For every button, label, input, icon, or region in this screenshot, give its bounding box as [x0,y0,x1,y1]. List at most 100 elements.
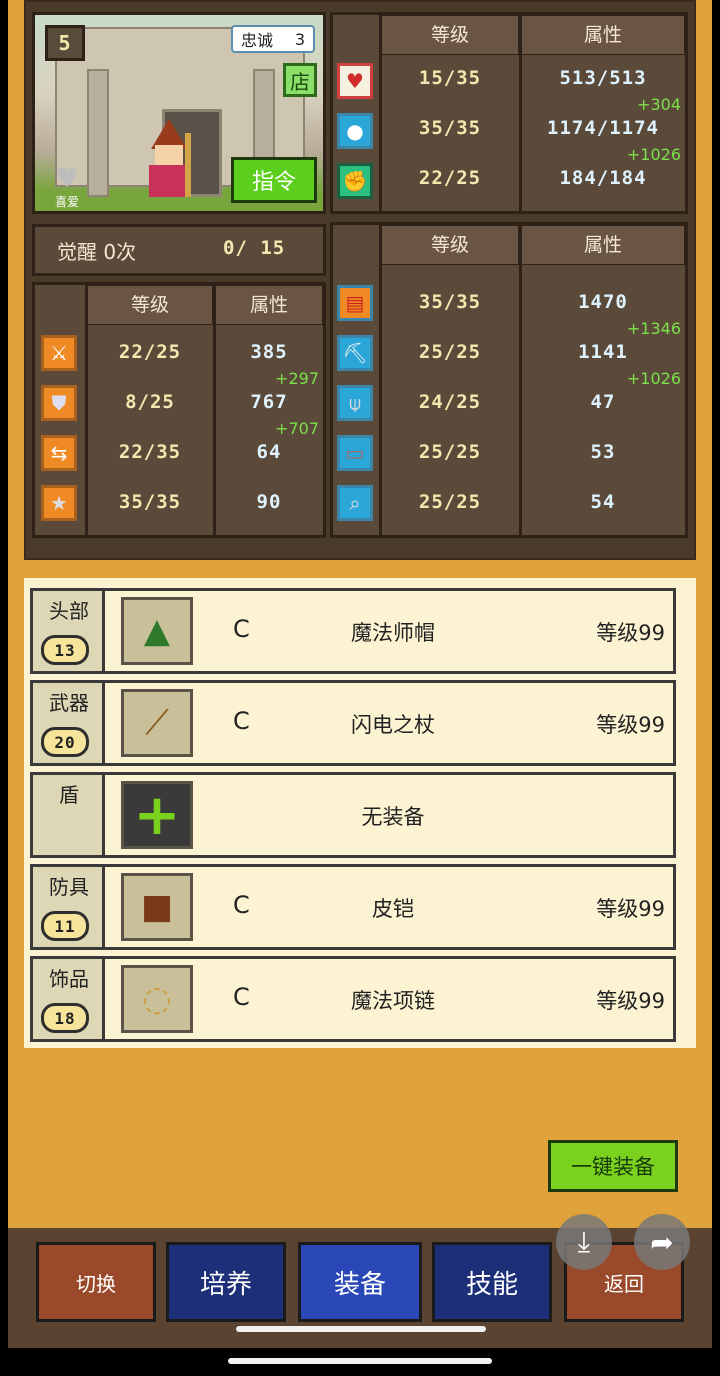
mine-bonus: +1026 [626,369,681,388]
str-level: 22/25 [418,167,482,189]
top-stats-panel: 等级 属性 ♥ 15/35 513/513 +304 ● 35/35 1174/… [330,12,688,214]
character-sprite [139,119,199,199]
book-icon: ▤ [337,285,373,321]
mana-potion-icon: ● [337,113,373,149]
right-level-header: 等级 [381,225,519,265]
agility-icon: ⇆ [41,435,77,471]
system-home-indicator [228,1358,492,1364]
loyalty-label: 忠诚 [241,31,274,50]
slot-label: 防具 [49,875,89,899]
item-name: 魔法师帽 [351,621,435,645]
auto-equip-button[interactable]: 一键装备 [548,1140,678,1192]
mine-level: 25/25 [418,341,482,363]
mp-attr: 1174/1174 [547,117,659,139]
awaken-label: 觉醒 0次 [57,239,137,264]
item-name: 魔法项链 [351,989,435,1013]
right-attr-header: 属性 [521,225,685,265]
right-stats-panel: 等级 属性 ▤ 35/35 1470 +1346 ⛏ 25/25 1141 +1… [330,222,688,538]
str-attr: 184/184 [559,167,647,189]
slot-weapon: 武器 20 [33,683,105,763]
switch-button[interactable]: 切换 [36,1242,156,1322]
strength-arm-icon: ✊ [337,163,373,199]
wizard-hat-icon: ▲ [121,597,193,665]
shield-icon: ⛊ [41,385,77,421]
slot-label: 头部 [49,599,89,623]
favorite-label: 喜爱 [54,195,79,209]
item-grade: C [233,707,250,735]
loyalty-value: 3 [294,29,305,49]
craft-level: 25/25 [418,441,482,463]
heart-outline-icon: ♥ [55,164,79,194]
awaken-bar: 觉醒 0次 0/ 15 [32,224,326,276]
leather-armor-icon: ■ [121,873,193,941]
left-level-header: 等级 [87,285,213,325]
int-attr: 1470 [578,291,628,313]
left-attr-header: 属性 [215,285,323,325]
hp-attr: 513/513 [559,67,647,89]
awaken-progress: 0/ 15 [223,237,286,259]
equip-row-head[interactable]: 头部 13 ▲ C 魔法师帽 等级99 [30,588,676,674]
mp-bonus: +1026 [626,145,681,164]
top-level-header: 等级 [381,15,519,55]
shop-button[interactable]: 店 [283,63,317,97]
slot-label: 盾 [59,783,79,807]
hp-bonus: +304 [637,95,681,114]
dig-attr: 47 [590,391,616,413]
favorite-button[interactable]: ♥ 喜爱 [45,165,89,209]
mp-level: 35/35 [418,117,482,139]
tab-equip[interactable]: 装备 [298,1242,422,1322]
int-level: 35/35 [418,291,482,313]
equip-row-weapon[interactable]: 武器 20 ⟋ C 闪电之杖 等级99 [30,680,676,766]
explore-attr: 54 [590,491,616,513]
item-grade: C [233,983,250,1011]
item-grade: C [233,615,250,643]
slot-armor: 防具 11 [33,867,105,947]
luck-attr: 90 [256,491,282,513]
home-indicator [236,1326,486,1332]
agi-level: 22/35 [118,441,182,463]
share-icon[interactable]: ➦ [634,1214,690,1270]
slot-head: 头部 13 [33,591,105,671]
anvil-icon: ▭ [337,435,373,471]
item-level: 等级99 [596,621,665,645]
def-attr: 767 [250,391,288,413]
tab-skill[interactable]: 技能 [432,1242,552,1322]
castle-pillar [87,69,109,197]
heart-icon: ♥ [337,63,373,99]
command-button[interactable]: 指令 [231,157,317,203]
left-stats-panel: 等级 属性 ⚔ 22/25 385 +297 ⛊ 8/25 767 +707 ⇆… [32,282,326,538]
item-name: 无装备 [361,805,425,829]
character-portrait: 5 忠诚 3 店 指令 ♥ 喜爱 [32,12,326,214]
top-attr-header: 属性 [521,15,685,55]
plus-icon: + [121,781,193,849]
item-grade: C [233,891,250,919]
atk-bonus: +297 [275,369,319,388]
telescope-icon: ⌕ [337,485,373,521]
slot-level-badge: 18 [41,1003,89,1033]
necklace-icon: ◌ [121,965,193,1033]
download-icon[interactable]: ⤓ [556,1214,612,1270]
loyalty-badge: 忠诚 3 [231,25,315,53]
slot-shield: 盾 [33,775,105,855]
tab-train[interactable]: 培养 [166,1242,286,1322]
equip-row-shield[interactable]: 盾 + 无装备 [30,772,676,858]
equip-row-accessory[interactable]: 饰品 18 ◌ C 魔法项链 等级99 [30,956,676,1042]
slot-level-badge: 20 [41,727,89,757]
pickaxe-icon: ⛏ [337,335,373,371]
hp-level: 15/35 [418,67,482,89]
def-level: 8/25 [125,391,175,413]
craft-attr: 53 [590,441,616,463]
atk-attr: 385 [250,341,288,363]
atk-level: 22/25 [118,341,182,363]
sword-icon: ⚔ [41,335,77,371]
luck-level: 35/35 [118,491,182,513]
dig-level: 24/25 [418,391,482,413]
item-name: 闪电之杖 [351,713,435,737]
slot-label: 武器 [49,691,89,715]
equip-row-armor[interactable]: 防具 11 ■ C 皮铠 等级99 [30,864,676,950]
def-bonus: +707 [275,419,319,438]
item-name: 皮铠 [372,897,414,921]
star-icon: ★ [41,485,77,521]
explore-level: 25/25 [418,491,482,513]
slot-level-badge: 11 [41,911,89,941]
